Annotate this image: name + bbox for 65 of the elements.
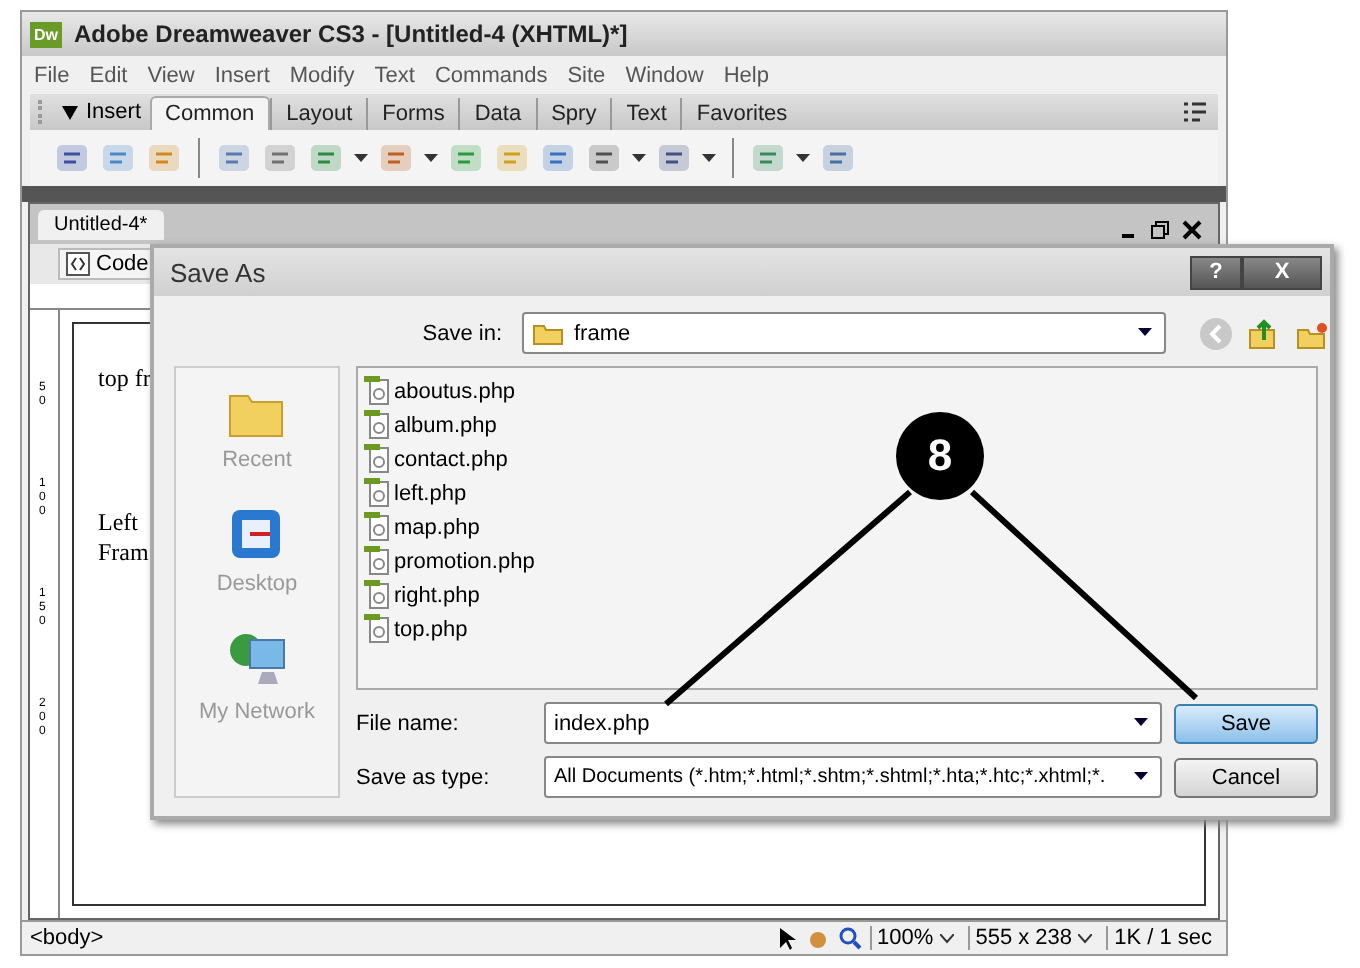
download-time: 1K / 1 sec [1106,926,1218,950]
menu-item[interactable]: Edit [89,63,128,87]
file-name-field[interactable]: index.php [544,702,1162,744]
menu-item[interactable]: Site [567,63,606,87]
file-name-label: File name: [356,711,461,735]
caret-icon [1138,328,1152,338]
dialog-title: Save As [170,257,266,287]
caret-icon [1134,772,1148,782]
caret-icon[interactable] [1134,718,1148,728]
options-icon[interactable] [1182,100,1210,124]
php-file-icon [364,614,390,644]
menu-item[interactable]: Modify [289,63,355,87]
menu-item[interactable]: File [34,63,70,87]
caret-icon[interactable] [702,153,716,163]
app-logo: Dw [30,21,62,47]
menu-item[interactable]: Insert [214,63,270,87]
caret-icon [1078,934,1093,944]
caret-icon[interactable] [424,153,438,163]
php-file-icon [364,376,390,406]
caret-icon[interactable] [354,153,368,163]
restore-icon[interactable] [1150,220,1170,240]
window-size-dropdown[interactable]: 555 x 238 [967,926,1099,950]
file-type-label: Save as type: [356,765,492,789]
menu-item[interactable]: View [147,63,195,87]
php-file-entry[interactable]: contact.php [364,442,508,476]
php-file-entry[interactable]: right.php [364,578,480,612]
php-file-icon [364,410,390,440]
php-file-icon [364,580,390,610]
caret-icon[interactable] [796,153,810,163]
window-title: Adobe Dreamweaver CS3 - [Untitled-4 (XHTML)*] [74,20,628,48]
page-text: top fr [98,364,151,394]
menu-item[interactable]: Window [625,63,704,87]
tab[interactable]: Common [149,96,271,130]
zoom-dropdown[interactable]: 100% [869,926,960,950]
collapse-icon[interactable] [62,106,78,120]
php-file-entry[interactable]: top.php [364,612,468,646]
php-file-entry[interactable]: album.php [364,408,497,442]
menu-item[interactable]: Help [723,63,769,87]
caret-icon[interactable] [632,153,646,163]
close-icon[interactable] [1182,220,1202,240]
document-tab[interactable]: Untitled-4* [38,210,164,240]
menu-item[interactable]: Text [374,63,415,87]
caret-icon [939,934,954,944]
php-file-icon [364,512,390,542]
panel-label[interactable]: Insert [78,100,150,130]
php-file-entry[interactable]: promotion.php [364,544,535,578]
php-file-icon [364,478,390,508]
file-type-dropdown[interactable]: All Documents (*.htm;*.html;*.shtm;*.shtml;*.hta;*.htc;*.xhtml;*. [544,756,1162,798]
save-in-dropdown[interactable]: frame [522,312,1166,354]
code-icon [66,252,90,276]
folder-icon [532,320,564,346]
php-file-entry[interactable]: aboutus.php [364,374,516,408]
cancel-button[interactable]: Cancel [1174,757,1318,797]
save-button[interactable]: Save [1174,703,1318,743]
page-text: Left Fram [98,508,149,568]
php-file-icon [364,546,390,576]
help-button[interactable]: ? [1190,255,1242,289]
menu-item[interactable]: Commands [434,63,548,87]
php-file-icon [364,444,390,474]
save-in-label: Save in: [420,321,502,345]
zoom-icon[interactable] [837,926,861,950]
php-file-entry[interactable]: left.php [364,476,467,510]
php-file-entry[interactable]: map.php [364,510,480,544]
tag-selector[interactable]: <body> [30,926,104,950]
close-button[interactable]: X [1242,255,1322,289]
